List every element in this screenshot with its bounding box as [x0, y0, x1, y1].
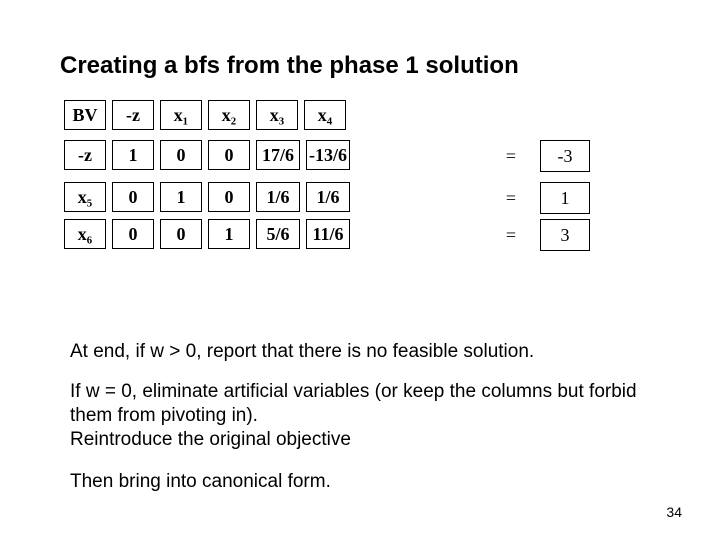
cell: 17/6: [256, 140, 300, 170]
tableau-row-x5: x₅ 0 1 0 1/6 1/6 = 1: [64, 182, 590, 214]
equals: =: [356, 219, 516, 251]
header-x4: x₄: [304, 100, 346, 130]
equals: =: [356, 140, 516, 172]
rhs: -3: [540, 140, 590, 172]
cell: 0: [112, 219, 154, 249]
equals: =: [356, 182, 516, 214]
cell: 1: [112, 140, 154, 170]
tableau-row-negz: -z 1 0 0 17/6 -13/6 = -3: [64, 140, 590, 172]
page-number: 34: [666, 504, 682, 520]
cell: 0: [208, 182, 250, 212]
header-x1: x₁: [160, 100, 202, 130]
row-bv: -z: [64, 140, 106, 170]
header-x2: x₂: [208, 100, 250, 130]
cell: 5/6: [256, 219, 300, 249]
tableau-row-x6: x₆ 0 0 1 5/6 11/6 = 3: [64, 219, 590, 251]
cell: 1/6: [306, 182, 350, 212]
slide: Creating a bfs from the phase 1 solution…: [0, 0, 720, 540]
cell: 1: [208, 219, 250, 249]
header-x3: x₃: [256, 100, 298, 130]
paragraph-1: At end, if w > 0, report that there is n…: [70, 340, 650, 364]
cell: 0: [160, 140, 202, 170]
cell: 11/6: [306, 219, 350, 249]
rhs: 3: [540, 219, 590, 251]
cell: 1/6: [256, 182, 300, 212]
rhs: 1: [540, 182, 590, 214]
cell: -13/6: [306, 140, 350, 170]
slide-title: Creating a bfs from the phase 1 solution: [60, 52, 519, 80]
paragraph-2: If w = 0, eliminate artificial variables…: [70, 380, 650, 451]
row-bv: x₆: [64, 219, 106, 249]
header-negz: -z: [112, 100, 154, 130]
header-bv: BV: [64, 100, 106, 130]
row-bv: x₅: [64, 182, 106, 212]
simplex-tableau: BV -z x₁ x₂ x₃ x₄ -z 1 0 0 17/6 -13/6 = …: [64, 100, 590, 257]
cell: 0: [208, 140, 250, 170]
tableau-header-row: BV -z x₁ x₂ x₃ x₄: [64, 100, 590, 130]
cell: 0: [112, 182, 154, 212]
paragraph-3: Then bring into canonical form.: [70, 470, 650, 494]
cell: 0: [160, 219, 202, 249]
cell: 1: [160, 182, 202, 212]
